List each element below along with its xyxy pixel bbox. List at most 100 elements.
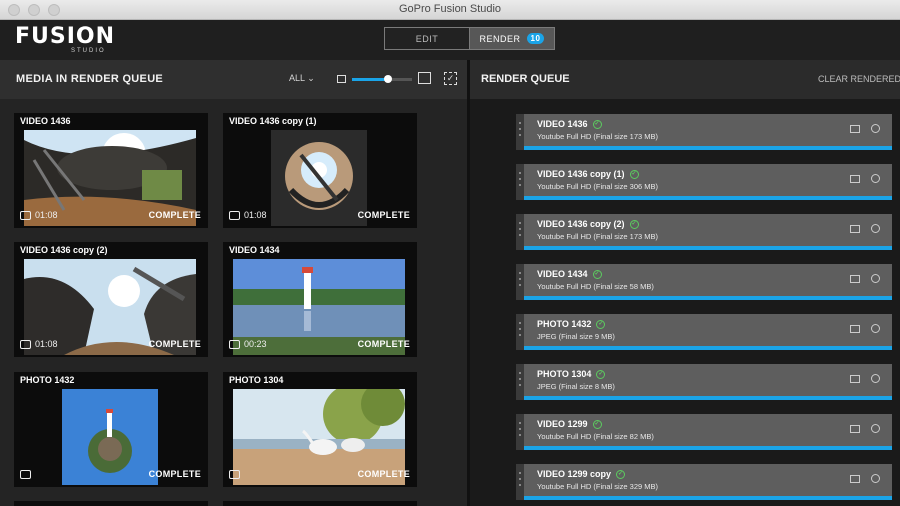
drag-handle-icon[interactable] <box>516 214 524 250</box>
drag-handle-icon[interactable] <box>516 264 524 300</box>
rerender-icon[interactable] <box>871 374 880 383</box>
video-360-icon <box>229 210 240 220</box>
render-status: COMPLETE <box>148 210 201 220</box>
media-duration: 01:08 <box>20 339 58 349</box>
media-card-title: VIDEO 1436 <box>20 116 71 126</box>
media-card[interactable]: VIDEO 1436 copy (2) 01:08 COMPLETE <box>14 242 208 357</box>
queue-item[interactable]: VIDEO 1436 copy (1) ✓ Youtube Full HD (Fin… <box>516 164 892 200</box>
render-mode-button[interactable]: RENDER 10 <box>470 28 554 49</box>
rerender-icon[interactable] <box>871 324 880 333</box>
queue-item-body: VIDEO 1436 copy (2) ✓ Youtube Full HD (Fin… <box>524 214 892 246</box>
media-card-title: VIDEO 1436 copy (2) <box>20 245 108 255</box>
drag-handle-icon[interactable] <box>516 114 524 150</box>
check-circle-icon: ✓ <box>596 319 606 329</box>
media-card-partial <box>14 501 208 506</box>
render-queue-header: RENDER QUEUE CLEAR RENDERED I <box>470 60 900 99</box>
rerender-icon[interactable] <box>871 174 880 183</box>
queue-item[interactable]: VIDEO 1436 ✓ Youtube Full HD (Final size 1… <box>516 114 892 150</box>
media-card-title: PHOTO 1304 <box>229 375 284 385</box>
queue-item[interactable]: VIDEO 1436 copy (2) ✓ Youtube Full HD (Fin… <box>516 214 892 250</box>
media-card[interactable]: VIDEO 1436 01:08 COMPLETE <box>14 113 208 228</box>
queue-item-body: PHOTO 1432 ✓ JPEG (Final size 9 MB) <box>524 314 892 346</box>
rerender-icon[interactable] <box>871 474 880 483</box>
queue-item-title: VIDEO 1299 <box>537 419 588 429</box>
media-card[interactable]: PHOTO 1304 COMPLETE <box>223 372 417 487</box>
queue-item[interactable]: VIDEO 1434 ✓ Youtube Full HD (Final size 5… <box>516 264 892 300</box>
small-thumbnail-icon[interactable] <box>337 75 346 83</box>
render-progress-bar <box>524 496 892 500</box>
queue-item-name: VIDEO 1299 copy ✓ <box>537 469 626 479</box>
queue-item-detail: JPEG (Final size 9 MB) <box>537 332 615 341</box>
drag-handle-icon[interactable] <box>516 164 524 200</box>
drag-handle-icon[interactable] <box>516 464 524 500</box>
render-progress-bar <box>524 246 892 250</box>
drag-handle-icon[interactable] <box>516 314 524 350</box>
large-thumbnail-icon[interactable] <box>418 72 431 84</box>
mode-switch: EDIT RENDER 10 <box>384 27 555 50</box>
check-circle-icon: ✓ <box>596 369 606 379</box>
queue-item-detail: Youtube Full HD (Final size 306 MB) <box>537 182 659 191</box>
media-card-title: PHOTO 1432 <box>20 375 75 385</box>
rerender-icon[interactable] <box>871 124 880 133</box>
duration-label: 01:08 <box>35 339 58 349</box>
check-circle-icon: ✓ <box>592 419 602 429</box>
media-card[interactable]: PHOTO 1432 COMPLETE <box>14 372 208 487</box>
thumbnail-size-slider[interactable] <box>352 75 412 83</box>
render-mode-label: RENDER <box>479 33 521 44</box>
logo-subtext: STUDIO <box>71 48 106 54</box>
folder-icon[interactable] <box>850 275 860 283</box>
media-thumbnail <box>62 389 158 485</box>
queue-item-name: VIDEO 1299 ✓ <box>537 419 602 429</box>
render-status: COMPLETE <box>357 210 410 220</box>
folder-icon[interactable] <box>850 175 860 183</box>
queue-item-name: VIDEO 1436 copy (2) ✓ <box>537 219 639 229</box>
drag-handle-icon[interactable] <box>516 364 524 400</box>
rerender-icon[interactable] <box>871 274 880 283</box>
app-header: FUSION STUDIO EDIT RENDER 10 <box>0 20 900 60</box>
folder-icon[interactable] <box>850 375 860 383</box>
media-card[interactable]: VIDEO 1434 00:23 COMPLETE <box>223 242 417 357</box>
duration-label: 00:23 <box>244 339 267 349</box>
queue-item-detail: Youtube Full HD (Final size 173 MB) <box>537 132 659 141</box>
queue-item[interactable]: PHOTO 1304 ✓ JPEG (Final size 8 MB) <box>516 364 892 400</box>
render-count-badge: 10 <box>526 33 545 44</box>
media-panel-title: MEDIA IN RENDER QUEUE <box>16 73 164 85</box>
queue-item[interactable]: PHOTO 1432 ✓ JPEG (Final size 9 MB) <box>516 314 892 350</box>
queue-item-name: PHOTO 1304 ✓ <box>537 369 606 379</box>
folder-icon[interactable] <box>850 225 860 233</box>
queue-item-title: VIDEO 1436 copy (1) <box>537 169 625 179</box>
slider-handle[interactable] <box>384 75 392 83</box>
folder-icon[interactable] <box>850 325 860 333</box>
queue-item-detail: Youtube Full HD (Final size 82 MB) <box>537 432 654 441</box>
media-type <box>20 470 31 479</box>
render-progress-bar <box>524 196 892 200</box>
filter-dropdown[interactable]: ALL ⌄ <box>289 73 315 84</box>
photo-360-icon <box>20 470 31 479</box>
queue-item-title: VIDEO 1436 <box>537 119 588 129</box>
queue-item[interactable]: VIDEO 1299 ✓ Youtube Full HD (Final size 8… <box>516 414 892 450</box>
check-circle-icon: ✓ <box>592 119 602 129</box>
render-status: COMPLETE <box>357 469 410 479</box>
edit-mode-label: EDIT <box>415 33 439 44</box>
clear-rendered-button[interactable]: CLEAR RENDERED I <box>818 74 900 84</box>
duration-label: 01:08 <box>35 210 58 220</box>
queue-item-body: VIDEO 1436 copy (1) ✓ Youtube Full HD (Fin… <box>524 164 892 196</box>
render-progress-bar <box>524 146 892 150</box>
queue-item[interactable]: VIDEO 1299 copy ✓ Youtube Full HD (Final s… <box>516 464 892 500</box>
render-progress-bar <box>524 446 892 450</box>
render-queue-panel: RENDER QUEUE CLEAR RENDERED I VIDEO 1436… <box>470 60 900 506</box>
folder-icon[interactable] <box>850 425 860 433</box>
folder-icon[interactable] <box>850 125 860 133</box>
queue-item-body: VIDEO 1436 ✓ Youtube Full HD (Final size 1… <box>524 114 892 146</box>
media-duration: 01:08 <box>20 210 58 220</box>
rerender-icon[interactable] <box>871 224 880 233</box>
media-card[interactable]: VIDEO 1436 copy (1) 01:08 COMPLETE <box>223 113 417 228</box>
folder-icon[interactable] <box>850 475 860 483</box>
queue-item-name: VIDEO 1436 copy (1) ✓ <box>537 169 639 179</box>
queue-item-name: VIDEO 1436 ✓ <box>537 119 602 129</box>
rerender-icon[interactable] <box>871 424 880 433</box>
drag-handle-icon[interactable] <box>516 414 524 450</box>
select-all-icon[interactable]: ✓ <box>444 72 457 85</box>
edit-mode-button[interactable]: EDIT <box>385 28 470 49</box>
queue-item-body: VIDEO 1299 copy ✓ Youtube Full HD (Final s… <box>524 464 892 496</box>
